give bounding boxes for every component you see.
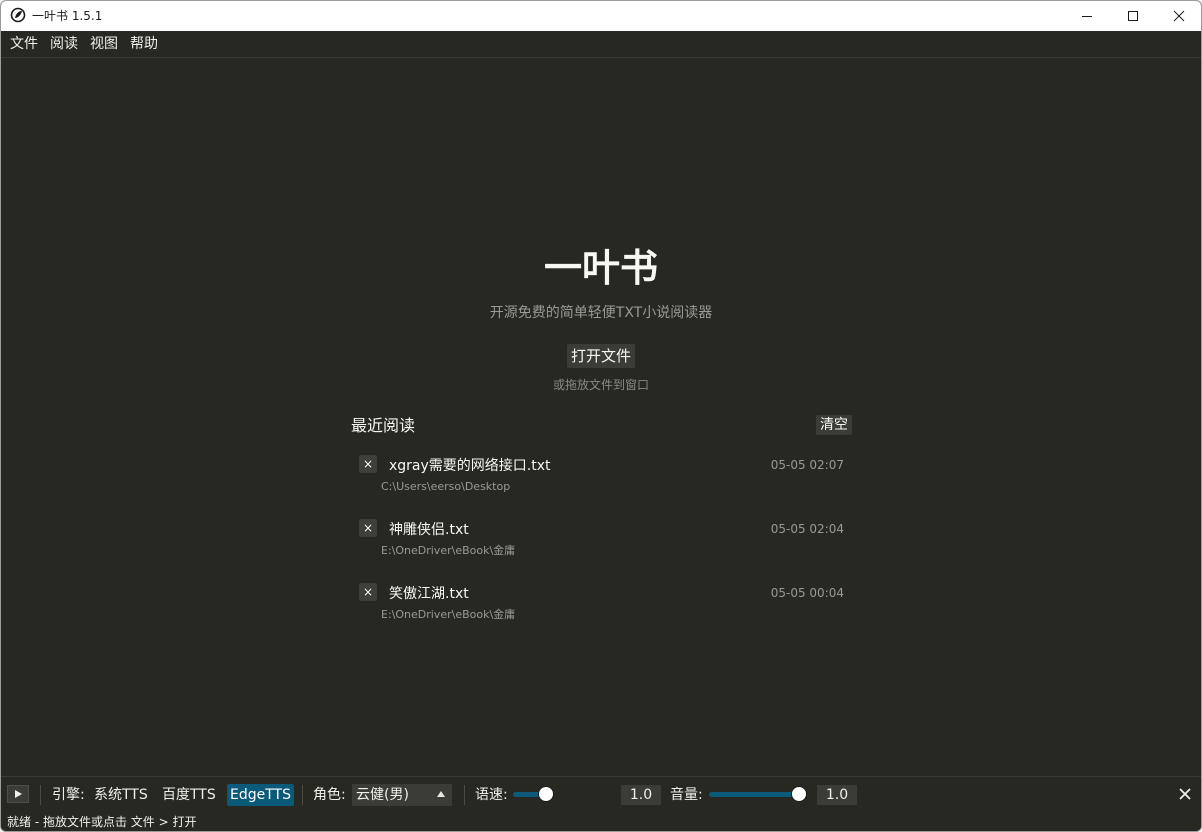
- menu-bar: 文件 阅读 视图 帮助: [1, 31, 1201, 58]
- voice-label: 角色:: [313, 787, 346, 803]
- status-text: 就绪 - 拖放文件或点击 文件 > 打开: [7, 815, 197, 829]
- volume-label: 音量:: [670, 787, 703, 803]
- volume-slider-fill: [709, 792, 799, 797]
- recent-file-time: 05-05 00:04: [770, 586, 844, 600]
- remove-recent-button[interactable]: ×: [359, 519, 377, 537]
- toolbar-separator: [40, 785, 41, 805]
- recent-file-path: E:\OneDriver\eBook\金庸: [381, 544, 516, 557]
- speed-slider-handle[interactable]: [538, 786, 554, 802]
- remove-recent-button[interactable]: ×: [359, 583, 377, 601]
- volume-slider-handle[interactable]: [791, 786, 807, 802]
- voice-select[interactable]: 云健(男): [352, 784, 452, 806]
- close-window-button[interactable]: [1156, 1, 1201, 31]
- recent-file-path: E:\OneDriver\eBook\金庸: [381, 608, 516, 621]
- play-button[interactable]: [7, 785, 29, 803]
- tts-toolbar: 引擎: 系统TTS 百度TTS EdgeTTS 角色: 云健(男) 语速: 1.…: [1, 776, 1201, 813]
- open-file-button[interactable]: 打开文件: [567, 344, 635, 368]
- engine-system-tts[interactable]: 系统TTS: [91, 784, 151, 806]
- recent-file-time: 05-05 02:07: [770, 458, 844, 472]
- menu-help[interactable]: 帮助: [124, 31, 164, 57]
- speed-value[interactable]: 1.0: [621, 785, 661, 805]
- app-logo-icon: [10, 7, 26, 23]
- window-title: 一叶书 1.5.1: [32, 9, 103, 23]
- menu-file[interactable]: 文件: [4, 31, 44, 57]
- minimize-icon: [1082, 16, 1092, 17]
- recent-file-path: C:\Users\eerso\Desktop: [381, 480, 511, 493]
- voice-selected-value: 云健(男): [356, 787, 409, 803]
- play-icon: [15, 790, 22, 798]
- toolbar-separator: [302, 785, 303, 805]
- maximize-button[interactable]: [1110, 1, 1156, 31]
- maximize-icon: [1128, 11, 1138, 21]
- recent-item[interactable]: × 笑傲江湖.txt 05-05 00:04 E:\OneDriver\eBoo…: [351, 578, 853, 642]
- menu-view[interactable]: 视图: [84, 31, 124, 57]
- recent-file-name[interactable]: 笑傲江湖.txt: [389, 584, 469, 604]
- remove-recent-button[interactable]: ×: [359, 455, 377, 473]
- drop-hint: 或拖放文件到窗口: [552, 378, 649, 392]
- toolbar-separator: [464, 785, 465, 805]
- app-subtitle: 开源免费的简单轻便TXT小说阅读器: [489, 305, 713, 321]
- app-title: 一叶书: [543, 246, 658, 290]
- speed-label: 语速:: [475, 787, 508, 803]
- title-bar[interactable]: 一叶书 1.5.1: [1, 1, 1201, 31]
- volume-value[interactable]: 1.0: [817, 785, 857, 805]
- volume-slider[interactable]: [709, 785, 809, 805]
- engine-label: 引擎:: [52, 787, 85, 803]
- minimize-button[interactable]: [1064, 1, 1110, 31]
- status-bar: 就绪 - 拖放文件或点击 文件 > 打开: [1, 812, 1201, 831]
- recent-item[interactable]: × xgray需要的网络接口.txt 05-05 02:07 C:\Users\…: [351, 450, 853, 514]
- recent-file-name[interactable]: 神雕侠侣.txt: [389, 520, 469, 540]
- clear-recent-button[interactable]: 清空: [816, 415, 852, 435]
- recent-heading: 最近阅读: [351, 416, 416, 435]
- close-icon: [1173, 10, 1185, 22]
- close-tts-icon[interactable]: [1177, 786, 1193, 802]
- recent-file-name[interactable]: xgray需要的网络接口.txt: [389, 456, 551, 476]
- recent-file-time: 05-05 02:04: [770, 522, 844, 536]
- recent-item[interactable]: × 神雕侠侣.txt 05-05 02:04 E:\OneDriver\eBoo…: [351, 514, 853, 578]
- app-window: 一叶书 1.5.1 文件 阅读 视图 帮助 一叶书 开源免费的简单轻便TXT小说…: [0, 0, 1202, 832]
- speed-slider[interactable]: [513, 785, 613, 805]
- welcome-panel: 一叶书 开源免费的简单轻便TXT小说阅读器 打开文件 或拖放文件到窗口 最近阅读…: [1, 58, 1201, 776]
- engine-baidu-tts[interactable]: 百度TTS: [159, 784, 219, 806]
- recent-list: × xgray需要的网络接口.txt 05-05 02:07 C:\Users\…: [351, 450, 853, 642]
- menu-read[interactable]: 阅读: [44, 31, 84, 57]
- chevron-up-icon: [437, 791, 445, 797]
- engine-edge-tts[interactable]: EdgeTTS: [227, 784, 294, 806]
